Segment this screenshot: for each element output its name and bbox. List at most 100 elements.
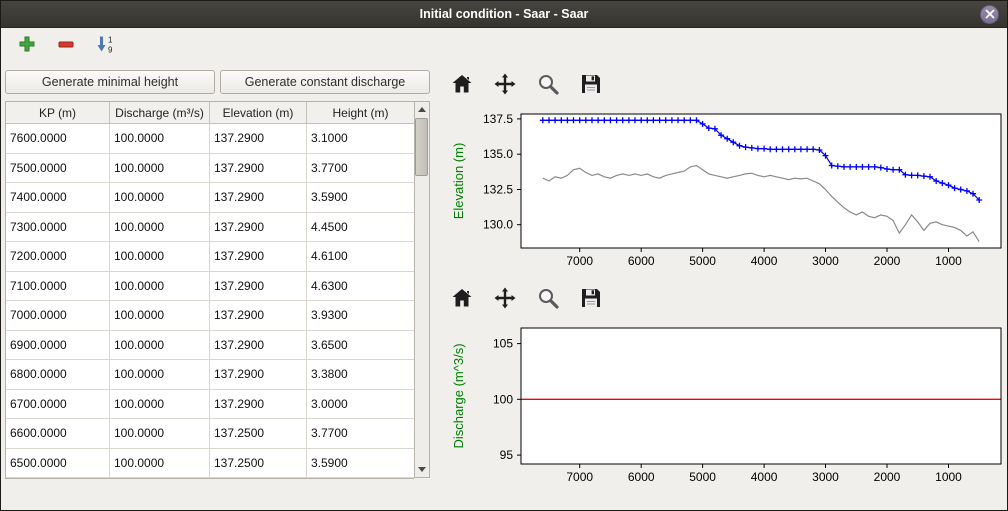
discharge-chart[interactable]: 700060005000400030002000100095100105Disc…: [445, 318, 1007, 490]
column-header-elevation[interactable]: Elevation (m): [210, 102, 307, 123]
table-cell[interactable]: 7600.0000: [6, 124, 110, 153]
table-cell[interactable]: 100.0000: [110, 449, 210, 478]
table-cell[interactable]: 100.0000: [110, 301, 210, 330]
zoom-button[interactable]: [535, 286, 561, 312]
table-cell[interactable]: 3.5900: [307, 449, 414, 478]
table-cell[interactable]: 137.2900: [210, 390, 307, 419]
table-cell[interactable]: 4.6300: [307, 272, 414, 301]
table-cell[interactable]: 100.0000: [110, 272, 210, 301]
table-cell[interactable]: 3.7700: [307, 419, 414, 448]
table-cell[interactable]: 137.2900: [210, 272, 307, 301]
table-cell[interactable]: 7300.0000: [6, 213, 110, 242]
table-row[interactable]: 7500.0000100.0000137.29003.7700: [6, 154, 414, 184]
table-cell[interactable]: 3.9300: [307, 301, 414, 330]
table-cell[interactable]: 137.2500: [210, 449, 307, 478]
table-cell[interactable]: 7500.0000: [6, 154, 110, 183]
table-cell[interactable]: 137.2900: [210, 360, 307, 389]
scrollbar-thumb[interactable]: [415, 118, 428, 176]
table-cell[interactable]: 137.2500: [210, 419, 307, 448]
svg-text:2000: 2000: [874, 254, 901, 268]
table-cell[interactable]: 7000.0000: [6, 301, 110, 330]
scroll-up-button[interactable]: [415, 102, 429, 117]
table-row[interactable]: 7400.0000100.0000137.29003.5900: [6, 183, 414, 213]
svg-text:3000: 3000: [812, 470, 839, 484]
column-header-height[interactable]: Height (m): [307, 102, 414, 123]
table-cell[interactable]: 100.0000: [110, 154, 210, 183]
table-cell[interactable]: 100.0000: [110, 419, 210, 448]
table-cell[interactable]: 4.4500: [307, 213, 414, 242]
column-header-discharge[interactable]: Discharge (m³/s): [110, 102, 210, 123]
table-cell[interactable]: 100.0000: [110, 124, 210, 153]
zoom-button[interactable]: [535, 72, 561, 98]
table-cell[interactable]: 3.6500: [307, 331, 414, 360]
table-cell[interactable]: 6500.0000: [6, 449, 110, 478]
column-header-kp[interactable]: KP (m): [6, 102, 110, 123]
table-cell[interactable]: 6800.0000: [6, 360, 110, 389]
remove-row-button[interactable]: [54, 33, 78, 57]
home-icon: [450, 286, 474, 313]
scroll-down-button[interactable]: [415, 462, 429, 477]
table-scrollbar[interactable]: [414, 101, 430, 478]
table-row[interactable]: 6500.0000100.0000137.25003.5900: [6, 449, 414, 479]
table-row[interactable]: 7100.0000100.0000137.29004.6300: [6, 272, 414, 302]
table-cell[interactable]: 3.7700: [307, 154, 414, 183]
table-cell[interactable]: 100.0000: [110, 242, 210, 271]
elevation-chart[interactable]: 7000600050004000300020001000130.0132.513…: [445, 104, 1007, 274]
table-cell[interactable]: 6600.0000: [6, 419, 110, 448]
table-cell[interactable]: 137.2900: [210, 213, 307, 242]
table-row[interactable]: 6600.0000100.0000137.25003.7700: [6, 419, 414, 449]
table-cell[interactable]: 7200.0000: [6, 242, 110, 271]
table-cell[interactable]: 137.2900: [210, 154, 307, 183]
close-button[interactable]: [980, 5, 999, 24]
table-cell[interactable]: 137.2900: [210, 301, 307, 330]
generate-buttons-row: Generate minimal height Generate constan…: [5, 70, 435, 94]
add-row-button[interactable]: [15, 33, 39, 57]
title-bar[interactable]: Initial condition - Saar - Saar: [1, 1, 1007, 28]
svg-text:105: 105: [493, 337, 513, 351]
pan-button[interactable]: [492, 286, 518, 312]
table-cell[interactable]: 4.6100: [307, 242, 414, 271]
table-cell[interactable]: 7100.0000: [6, 272, 110, 301]
pan-icon: [493, 286, 517, 313]
table-cell[interactable]: 100.0000: [110, 360, 210, 389]
svg-text:100: 100: [493, 392, 513, 406]
table-row[interactable]: 7000.0000100.0000137.29003.9300: [6, 301, 414, 331]
svg-text:Discharge (m^3/s): Discharge (m^3/s): [451, 343, 466, 448]
svg-text:137.5: 137.5: [483, 112, 513, 126]
table-cell[interactable]: 100.0000: [110, 331, 210, 360]
sort-rows-button[interactable]: 1 9: [93, 33, 117, 57]
table-cell[interactable]: 100.0000: [110, 183, 210, 212]
home-button[interactable]: [449, 72, 475, 98]
table-cell[interactable]: 100.0000: [110, 213, 210, 242]
table-cell[interactable]: 3.1000: [307, 124, 414, 153]
scrollbar-track[interactable]: [415, 117, 429, 462]
pan-button[interactable]: [492, 72, 518, 98]
table-cell[interactable]: 3.0000: [307, 390, 414, 419]
svg-text:1: 1: [108, 35, 113, 44]
table-cell[interactable]: 137.2900: [210, 183, 307, 212]
save-button[interactable]: [578, 72, 604, 98]
chevron-up-icon: [418, 107, 426, 112]
table-cell[interactable]: 137.2900: [210, 331, 307, 360]
home-button[interactable]: [449, 286, 475, 312]
generate-minimal-height-button[interactable]: Generate minimal height: [5, 70, 215, 94]
table-cell[interactable]: 3.3800: [307, 360, 414, 389]
table-cell[interactable]: 137.2900: [210, 242, 307, 271]
table-row[interactable]: 7200.0000100.0000137.29004.6100: [6, 242, 414, 272]
table-cell[interactable]: 3.5900: [307, 183, 414, 212]
table-cell[interactable]: 7400.0000: [6, 183, 110, 212]
generate-constant-discharge-button[interactable]: Generate constant discharge: [220, 70, 430, 94]
table-cell[interactable]: 137.2900: [210, 124, 307, 153]
table-row[interactable]: 6700.0000100.0000137.29003.0000: [6, 390, 414, 420]
table-cell[interactable]: 6900.0000: [6, 331, 110, 360]
table-row[interactable]: 7300.0000100.0000137.29004.4500: [6, 213, 414, 243]
svg-text:2000: 2000: [874, 470, 901, 484]
table-row[interactable]: 6800.0000100.0000137.29003.3800: [6, 360, 414, 390]
table-cell[interactable]: 6700.0000: [6, 390, 110, 419]
sort-icon: 1 9: [95, 34, 115, 57]
table-row[interactable]: 6900.0000100.0000137.29003.6500: [6, 331, 414, 361]
table-cell[interactable]: 100.0000: [110, 390, 210, 419]
table-row[interactable]: 7600.0000100.0000137.29003.1000: [6, 124, 414, 154]
save-button[interactable]: [578, 286, 604, 312]
svg-text:135.0: 135.0: [483, 147, 513, 161]
